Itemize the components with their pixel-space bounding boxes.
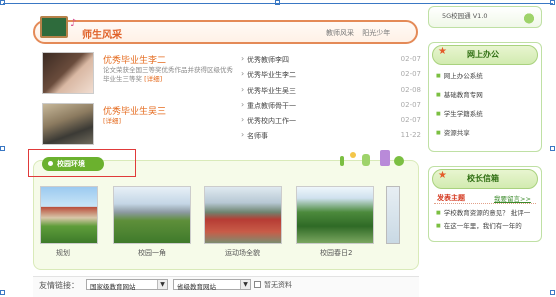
news-title[interactable]: 优秀毕业生李二 <box>247 70 296 80</box>
student-name-2[interactable]: 优秀毕业生吴三 <box>103 104 166 117</box>
chevron-down-icon: ▼ <box>157 280 167 289</box>
national-site-select-value: 国家级教育网站 <box>90 283 136 291</box>
news-date: 02-07 <box>400 116 421 125</box>
office-item[interactable]: 资源共享 <box>436 127 470 137</box>
news-item[interactable]: 优秀教师李四 02-07 <box>241 54 421 70</box>
star-icon: ★ <box>438 46 447 57</box>
gallery-image-4[interactable] <box>296 186 374 244</box>
link-sunshine-youth[interactable]: 阳光少年 <box>362 28 390 38</box>
student-detail-link-2[interactable]: [详细] <box>103 117 121 125</box>
news-item[interactable]: 重点教师骨干一 02-07 <box>241 100 421 116</box>
student-name-1[interactable]: 优秀毕业生李二 <box>103 53 166 66</box>
gallery-image-1[interactable] <box>40 186 98 244</box>
gallery-caption-1[interactable]: 规划 <box>56 248 70 258</box>
student-photo-2[interactable] <box>42 103 94 145</box>
chevron-down-icon: ▼ <box>240 280 250 289</box>
star-icon: ★ <box>438 170 447 181</box>
gallery-image-2[interactable] <box>113 186 191 244</box>
section-links: 教师风采 阳光少年 <box>326 28 396 38</box>
news-item[interactable]: 名师事 11-22 <box>241 130 421 146</box>
mailbox-tab-post[interactable]: 发表主题 <box>437 193 465 203</box>
gallery-scroll-right[interactable] <box>386 186 400 244</box>
office-title: 网上办公 <box>467 50 499 59</box>
news-date: 02-07 <box>400 100 421 109</box>
news-item[interactable]: 优秀校内工作一 02-07 <box>241 115 421 131</box>
student-detail-2: [详细] <box>103 117 121 126</box>
highlight-box <box>28 149 136 177</box>
provincial-site-select-value: 省级教育网站 <box>177 283 216 291</box>
resize-handle-bottom-right[interactable] <box>550 290 555 295</box>
office-item[interactable]: 网上办公系统 <box>436 70 483 80</box>
news-title[interactable]: 名师事 <box>247 131 268 141</box>
gallery-caption-3[interactable]: 运动场全貌 <box>225 248 260 258</box>
section-title: 师生风采 <box>82 30 122 41</box>
mailbox-item[interactable]: 在这一年里，我们有一年的 <box>436 220 538 230</box>
decor-plants-icon <box>340 150 410 168</box>
news-title[interactable]: 优秀校内工作一 <box>247 116 296 126</box>
mailbox-item[interactable]: 学校教育资源的意见？ 批评一 <box>436 207 538 217</box>
gallery-caption-2[interactable]: 校园一角 <box>138 248 166 258</box>
gallery-image-3[interactable] <box>204 186 282 244</box>
national-site-select[interactable]: 国家级教育网站 ▼ <box>86 279 168 291</box>
nodata-checkbox[interactable] <box>254 281 261 288</box>
news-list: 优秀教师李四 02-07 优秀毕业生李二 02-07 优秀毕业生吴三 02-08 重点… <box>241 54 421 147</box>
office-item[interactable]: 学生学籍系统 <box>436 108 483 118</box>
news-title[interactable]: 重点教师骨干一 <box>247 101 296 111</box>
student-detail-link-1[interactable]: [详细] <box>144 75 162 83</box>
link-teacher-style[interactable]: 教师风采 <box>326 28 354 38</box>
mailbox-divider <box>434 203 536 204</box>
nodata-text: 暂无资料 <box>264 281 292 289</box>
provincial-site-select[interactable]: 省级教育网站 ▼ <box>173 279 251 291</box>
student-desc-text-1: 论文荣获全国三等奖优秀作品并获得区级优秀毕业生三等奖 <box>103 66 233 83</box>
selection-frame-line <box>3 3 553 4</box>
news-date: 02-07 <box>400 70 421 79</box>
news-title[interactable]: 优秀教师李四 <box>247 55 289 65</box>
mailbox-tab-message[interactable]: 我要留言>> <box>494 193 531 203</box>
mailbox-title: 校长信箱 <box>467 174 499 183</box>
resize-handle-middle-left[interactable] <box>0 146 5 151</box>
resize-handle-middle-right[interactable] <box>550 146 555 151</box>
news-date: 02-07 <box>400 55 421 63</box>
friend-links-label: 友情链接： <box>39 281 79 290</box>
sidebar-top-text: 5G校园通 V1.0 <box>442 12 488 20</box>
office-item[interactable]: 基础教育专网 <box>436 89 483 99</box>
sidebar-leaf-decor-icon <box>520 10 538 24</box>
news-date: 02-08 <box>400 85 421 94</box>
student-photo-1[interactable] <box>42 52 94 94</box>
resize-handle-bottom-left[interactable] <box>0 290 5 295</box>
music-note-icon: ♪ <box>70 18 77 29</box>
gallery-caption-4[interactable]: 校园春日2 <box>320 248 352 258</box>
news-date: 11-22 <box>400 131 421 140</box>
student-desc-1: 论文荣获全国三等奖优秀作品并获得区级优秀毕业生三等奖 [详细] <box>103 66 235 84</box>
chalkboard-icon <box>40 16 68 38</box>
news-title[interactable]: 优秀毕业生吴三 <box>247 86 296 96</box>
news-item[interactable]: 优秀毕业生吴三 02-08 <box>241 85 421 101</box>
news-item[interactable]: 优秀毕业生李二 02-07 <box>241 69 421 85</box>
